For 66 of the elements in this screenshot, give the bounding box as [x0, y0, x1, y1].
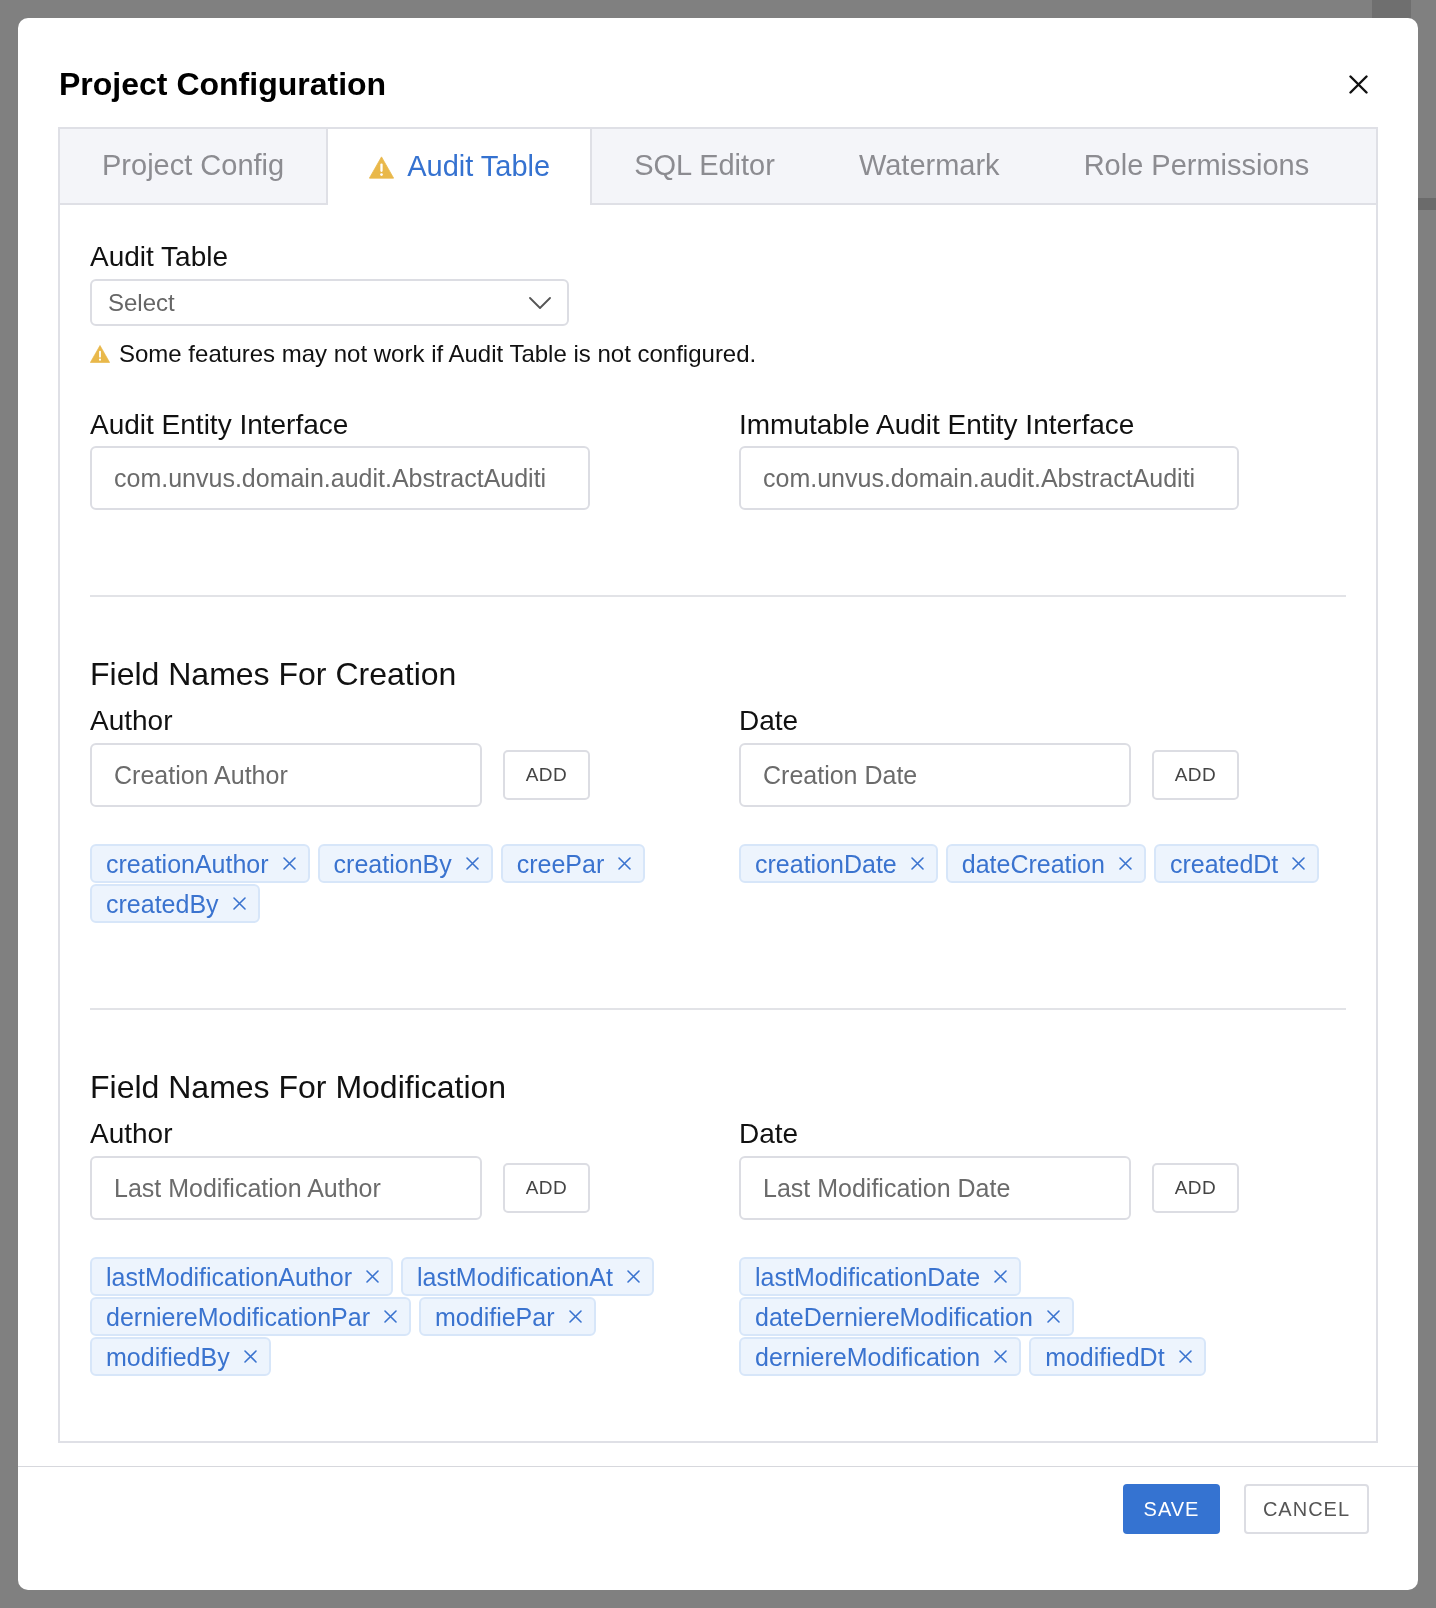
tab[interactable]: Role Permissions: [1041, 129, 1352, 203]
warning-message: Some features may not work if Audit Table is not configured.: [119, 339, 757, 369]
text-input[interactable]: com.unvus.domain.audit.AbstractAuditi: [739, 446, 1239, 510]
remove-icon[interactable]: [626, 1270, 640, 1283]
tag-label: creationBy: [333, 848, 452, 879]
remove-icon[interactable]: [465, 857, 479, 870]
remove-icon[interactable]: [568, 1310, 582, 1323]
tag-label: modifiedDt: [1045, 1341, 1165, 1372]
backdrop-bar: [1418, 198, 1436, 210]
field-label: Immutable Audit Entity Interface: [739, 408, 1135, 442]
tag-label: createdDt: [1169, 848, 1279, 879]
tab[interactable]: Watermark: [816, 129, 1042, 203]
text-input[interactable]: Last Modification Author: [90, 1156, 482, 1220]
add-button[interactable]: ADD: [1152, 750, 1239, 800]
tag-label: lastModificationAt: [416, 1261, 613, 1292]
add-button[interactable]: ADD: [503, 1163, 590, 1213]
backdrop-block: [1372, 0, 1411, 18]
add-button[interactable]: ADD: [503, 750, 590, 800]
tag-label: lastModificationAuthor: [106, 1261, 352, 1292]
tab[interactable]: Audit Table: [326, 129, 593, 205]
field-label: Audit Entity Interface: [90, 408, 349, 442]
tag-label: derniereModificationPar: [106, 1301, 371, 1332]
chevron-down-icon: [529, 296, 551, 309]
tag-label: modifiePar: [435, 1301, 555, 1332]
text-input[interactable]: com.unvus.domain.audit.AbstractAuditi: [90, 446, 590, 510]
remove-icon[interactable]: [243, 1350, 257, 1363]
remove-icon[interactable]: [1046, 1310, 1060, 1323]
section-heading: Field Names For Modification: [90, 1068, 507, 1107]
remove-icon[interactable]: [1118, 857, 1132, 870]
field-label: Author: [90, 704, 173, 738]
text-input[interactable]: Creation Author: [90, 743, 482, 807]
tag-label: dateCreation: [961, 848, 1105, 879]
tag-label: creePar: [516, 848, 605, 879]
close-icon[interactable]: [1349, 74, 1368, 94]
remove-icon[interactable]: [618, 857, 632, 870]
field-label: Author: [90, 1117, 173, 1151]
warning-icon: [90, 345, 110, 363]
remove-icon[interactable]: [384, 1310, 398, 1323]
field-label: Date: [739, 1117, 799, 1151]
tag-label: creationDate: [755, 848, 897, 879]
tab[interactable]: Project Config: [60, 129, 327, 203]
text-input[interactable]: Last Modification Date: [739, 1156, 1131, 1220]
remove-icon[interactable]: [994, 1350, 1008, 1363]
tag-label: creationAuthor: [106, 848, 269, 879]
add-button[interactable]: ADD: [1152, 1163, 1239, 1213]
cancel-button[interactable]: CANCEL: [1244, 1484, 1369, 1534]
remove-icon[interactable]: [365, 1270, 379, 1283]
tab[interactable]: SQL Editor: [592, 129, 817, 203]
remove-icon[interactable]: [232, 897, 246, 910]
tag-label: modifiedBy: [106, 1341, 230, 1372]
tag-label: lastModificationDate: [755, 1261, 981, 1292]
field-label: Date: [739, 704, 799, 738]
tag-label: createdBy: [106, 888, 219, 919]
tag-label: derniereModification: [755, 1341, 981, 1372]
field-label: Audit Table: [90, 240, 229, 274]
section-heading: Field Names For Creation: [90, 655, 457, 694]
tag-label: dateDerniereModification: [755, 1301, 1033, 1332]
text-input[interactable]: Creation Date: [739, 743, 1131, 807]
remove-icon[interactable]: [282, 857, 296, 870]
remove-icon[interactable]: [1178, 1350, 1192, 1363]
save-button[interactable]: SAVE: [1123, 1484, 1220, 1534]
remove-icon[interactable]: [1292, 857, 1306, 870]
remove-icon[interactable]: [910, 857, 924, 870]
select-field[interactable]: Select: [90, 279, 569, 326]
dialog-title: Project Configuration: [59, 65, 387, 104]
remove-icon[interactable]: [994, 1270, 1008, 1283]
